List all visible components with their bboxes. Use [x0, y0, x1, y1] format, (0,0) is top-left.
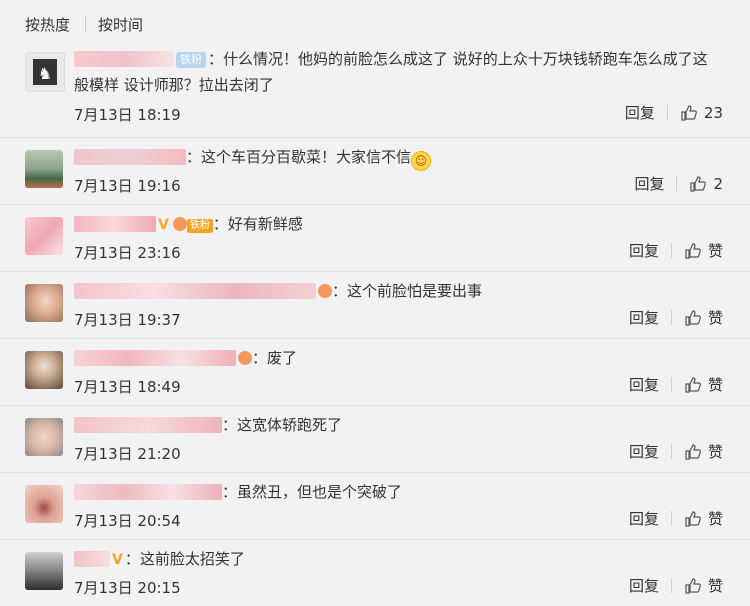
sort-by-hot[interactable]: 按热度 [25, 14, 70, 35]
thumbs-up-icon [690, 175, 707, 192]
comment-item: ：这个车百分百歇菜！大家信不信 ☺ 7月13日 19:16 回复 2 [0, 138, 750, 205]
avatar[interactable] [25, 284, 63, 322]
like-count: 赞 [707, 443, 723, 461]
action-divider [676, 176, 678, 191]
username-redacted[interactable] [74, 417, 222, 433]
reply-button[interactable]: 回复 [625, 102, 655, 123]
comment-time: 7月13日 21:20 [74, 445, 181, 463]
fan-badge: 铁粉 [186, 219, 213, 233]
fan-crown-icon [172, 217, 187, 231]
comment-time: 7月13日 19:37 [74, 311, 181, 329]
like-button[interactable]: 赞 [684, 508, 723, 529]
comment-item: ♞ 铁粉 ：什么情况！他妈的前脸怎么成这了 说好的上众十万块钱轿跑车怎么成了这般模… [0, 40, 750, 138]
sort-divider [85, 17, 86, 31]
action-divider [670, 310, 672, 325]
like-count: 赞 [707, 376, 723, 394]
avatar[interactable] [25, 418, 63, 456]
fan-crown-icon [318, 284, 332, 298]
like-button[interactable]: 2 [689, 175, 723, 193]
like-count: 赞 [707, 577, 723, 595]
comment-item: V ：这前脸太招笑了 7月13日 20:15 回复 赞 [0, 540, 750, 606]
action-divider [670, 511, 672, 526]
comment-item: V 铁粉 ：好有新鲜感 7月13日 23:16 回复 赞 [0, 205, 750, 272]
comment-time: 7月13日 20:54 [74, 512, 181, 530]
username-redacted[interactable] [74, 283, 316, 299]
thumbs-up-icon [681, 104, 697, 121]
avatar[interactable] [25, 485, 63, 523]
comment-text: ：这个前脸怕是要出事 [332, 282, 483, 300]
comment-time: 7月13日 20:15 [74, 579, 181, 597]
reply-button[interactable]: 回复 [629, 374, 659, 395]
reply-button[interactable]: 回复 [629, 441, 659, 462]
like-count: 赞 [707, 510, 723, 528]
sort-by-time[interactable]: 按时间 [98, 14, 143, 35]
thumbs-up-icon [685, 577, 701, 594]
reply-button[interactable]: 回复 [629, 575, 659, 596]
comment-item: ：废了 7月13日 18:49 回复 赞 [0, 339, 750, 406]
like-count: 赞 [707, 309, 723, 327]
verified-v-icon: V [112, 552, 123, 568]
avatar[interactable] [25, 552, 63, 590]
comment-time: 7月13日 23:16 [74, 244, 181, 262]
like-button[interactable]: 赞 [684, 374, 723, 395]
like-button[interactable]: 赞 [684, 240, 723, 261]
reply-button[interactable]: 回复 [629, 240, 659, 261]
thumbs-up-icon [685, 443, 701, 460]
thumbs-up-icon [685, 242, 701, 259]
action-divider [666, 105, 668, 120]
avatar[interactable]: ♞ [25, 52, 65, 92]
like-button[interactable]: 23 [680, 104, 723, 122]
comment-text: 好有新鲜感 [227, 215, 303, 233]
username-redacted[interactable] [74, 350, 236, 366]
username-redacted[interactable] [74, 51, 174, 67]
action-divider [670, 578, 672, 593]
reply-button[interactable]: 回复 [629, 307, 659, 328]
username-redacted[interactable] [74, 551, 110, 567]
action-divider [670, 444, 672, 459]
svg-text:♞: ♞ [38, 64, 52, 83]
comment-time: 7月13日 19:16 [74, 177, 181, 195]
like-count: 2 [713, 174, 723, 193]
like-count: 23 [703, 103, 723, 122]
like-count: 赞 [707, 242, 723, 260]
fan-crown-icon [238, 351, 252, 365]
comment-time: 7月13日 18:19 [74, 106, 181, 124]
comment-text: ：这前脸太招笑了 [124, 550, 245, 568]
verified-v-icon: V [158, 217, 169, 233]
comment-text: ：废了 [252, 349, 298, 367]
thumbs-up-icon [685, 376, 701, 393]
comment-item: ：这个前脸怕是要出事 7月13日 19:37 回复 赞 [0, 272, 750, 339]
username-redacted[interactable] [74, 216, 156, 232]
like-button[interactable]: 赞 [684, 575, 723, 596]
username-redacted[interactable] [74, 484, 222, 500]
avatar[interactable] [25, 351, 63, 389]
grin-emoji-icon: ☺ [411, 151, 432, 171]
comment-text: ：虽然丑，但也是个突破了 [222, 483, 403, 501]
username-redacted[interactable] [74, 149, 186, 165]
comment-text: ：这宽体轿跑死了 [222, 416, 343, 434]
like-button[interactable]: 赞 [684, 441, 723, 462]
comment-list: ♞ 铁粉 ：什么情况！他妈的前脸怎么成这了 说好的上众十万块钱轿跑车怎么成了这般模… [0, 40, 750, 606]
reply-button[interactable]: 回复 [634, 173, 664, 194]
avatar[interactable] [25, 150, 63, 188]
thumbs-up-icon [685, 309, 701, 326]
comment-text: ：这个车百分百歇菜！大家信不信 [186, 148, 412, 166]
comment-time: 7月13日 18:49 [74, 378, 181, 396]
comment-item: ：这宽体轿跑死了 7月13日 21:20 回复 赞 [0, 406, 750, 473]
fan-badge: 铁粉 [176, 52, 206, 68]
thumbs-up-icon [685, 510, 701, 527]
action-divider [670, 243, 672, 258]
avatar[interactable] [25, 217, 63, 255]
reply-button[interactable]: 回复 [629, 508, 659, 529]
sort-bar: 按热度 按时间 [0, 0, 750, 40]
like-button[interactable]: 赞 [684, 307, 723, 328]
action-divider [670, 377, 672, 392]
comment-item: ：虽然丑，但也是个突破了 7月13日 20:54 回复 赞 [0, 473, 750, 540]
